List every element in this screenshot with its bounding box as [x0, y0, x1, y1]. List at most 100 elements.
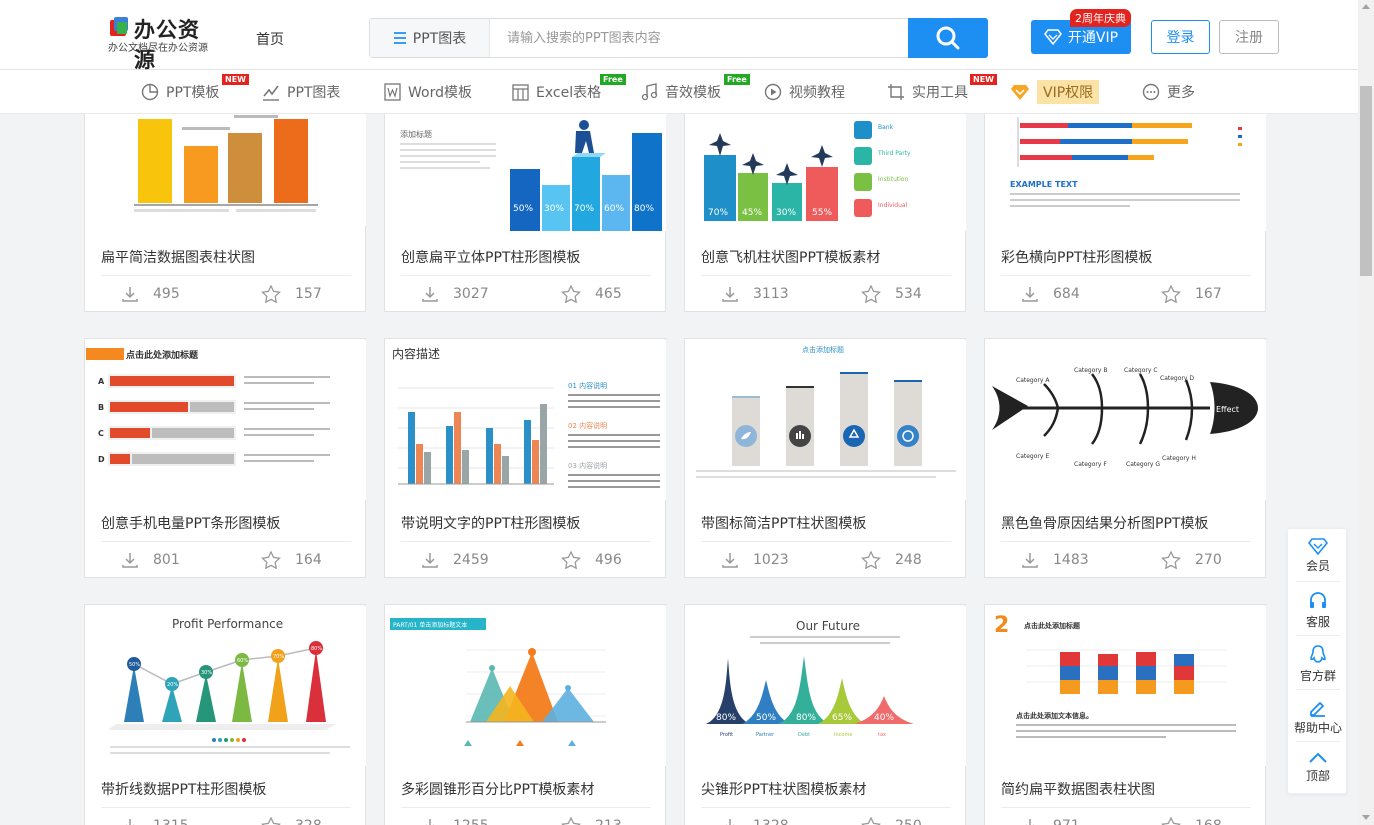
- nav-item-sound[interactable]: 音效模板 Free: [641, 70, 750, 114]
- download-icon: [1022, 553, 1038, 568]
- sidebar-item-help[interactable]: 帮助中心: [1288, 697, 1348, 736]
- card-title[interactable]: 带说明文字的PPT柱形图模板: [401, 513, 580, 533]
- card-title[interactable]: 黑色鱼骨原因结果分析图PPT模板: [1001, 513, 1208, 533]
- page-scrollbar[interactable]: [1358, 0, 1374, 825]
- card-title[interactable]: 扁平简洁数据图表柱状图: [101, 247, 255, 267]
- template-card[interactable]: Profit Performance 50% 20% 30% 60% 70% 8…: [84, 604, 366, 825]
- card-title[interactable]: 彩色横向PPT柱形图模板: [1001, 247, 1152, 267]
- download-icon: [126, 819, 134, 825]
- favorite-count[interactable]: 270: [1161, 551, 1222, 569]
- card-thumbnail[interactable]: 点击添加标题: [686, 340, 966, 500]
- download-icon: [122, 287, 138, 302]
- favorite-value: 213: [595, 818, 622, 825]
- back-to-top-button[interactable]: 顶部: [1288, 751, 1348, 784]
- template-card[interactable]: EXAMPLE TEXT 彩色横向PPT柱形图模板 684 167: [984, 90, 1266, 312]
- thumb-text: tax: [878, 732, 886, 738]
- nav-item-ppt-chart[interactable]: PPT图表: [262, 70, 340, 114]
- card-title[interactable]: 创意手机电量PPT条形图模板: [101, 513, 280, 533]
- template-card[interactable]: PART/01 单击添加标题文本 多彩圆锥形百分比PPT模板素材 1255 21…: [384, 604, 666, 825]
- favorite-count[interactable]: 465: [561, 285, 622, 303]
- favorite-count[interactable]: 496: [561, 551, 622, 569]
- thumb-text: 50%: [756, 713, 776, 723]
- star-icon[interactable]: [261, 551, 281, 569]
- nav-item-excel[interactable]: Excel表格 Free: [512, 70, 626, 114]
- card-thumbnail[interactable]: 点击此处添加标题 A B C D: [86, 340, 366, 500]
- search-category-select[interactable]: PPT图表: [370, 19, 490, 57]
- home-link[interactable]: 首页: [256, 29, 284, 49]
- star-icon[interactable]: [861, 817, 881, 825]
- star-icon[interactable]: [261, 817, 281, 825]
- card-thumbnail[interactable]: Our Future 80% 50% 80% 65% 40% Profit Pa…: [686, 606, 966, 766]
- thumb-text: 03 内容说明: [568, 461, 607, 470]
- favorite-count[interactable]: 213: [561, 817, 622, 825]
- sidebar-item-vip[interactable]: 会员: [1288, 537, 1348, 574]
- template-card[interactable]: 内容描述 01 内容说明 02 内容说明 03 内容说明 带说明文字的PPT柱形…: [384, 338, 666, 578]
- nav-item-tools[interactable]: 实用工具 NEW: [887, 70, 997, 114]
- nav-item-vip-rights[interactable]: VIP权限: [1010, 70, 1100, 114]
- card-title[interactable]: 带图标简洁PPT柱状图模板: [701, 513, 866, 533]
- card-thumbnail[interactable]: Effect Category A Category B Category C …: [986, 340, 1266, 500]
- line-chart-icon: [263, 85, 279, 101]
- site-logo[interactable]: 办公资源 办公文档尽在办公资源: [108, 14, 218, 72]
- card-thumbnail[interactable]: 内容描述 01 内容说明 02 内容说明 03 内容说明: [386, 340, 666, 500]
- card-title[interactable]: 创意飞机柱状图PPT模板素材: [701, 247, 880, 267]
- search-button[interactable]: [908, 18, 988, 58]
- favorite-count[interactable]: 167: [1161, 285, 1222, 303]
- card-divider: [401, 807, 651, 808]
- star-icon[interactable]: [561, 551, 581, 569]
- favorite-count[interactable]: 168: [1161, 817, 1222, 825]
- favorite-count[interactable]: 250: [861, 817, 922, 825]
- card-thumbnail[interactable]: PART/01 单击添加标题文本: [386, 606, 666, 766]
- nav-item-word-template[interactable]: Word模板: [384, 70, 472, 114]
- favorite-count[interactable]: 534: [861, 285, 922, 303]
- card-title[interactable]: 带折线数据PPT柱形图模板: [101, 779, 266, 799]
- nav-item-label: 更多: [1167, 85, 1195, 101]
- vip-diamond-icon: [1308, 538, 1328, 555]
- favorite-count[interactable]: 164: [261, 551, 322, 569]
- template-card[interactable]: Our Future 80% 50% 80% 65% 40% Profit Pa…: [684, 604, 966, 825]
- card-thumbnail[interactable]: Profit Performance 50% 20% 30% 60% 70% 8…: [86, 606, 366, 766]
- star-icon[interactable]: [561, 285, 581, 303]
- star-icon[interactable]: [861, 285, 881, 303]
- card-thumbnail[interactable]: 2 点击此处添加标题 点击此处添加文本信息。: [986, 606, 1266, 766]
- template-card[interactable]: Effect Category A Category B Category C …: [984, 338, 1266, 578]
- template-card[interactable]: 扁平简洁数据图表柱状图 495 157: [84, 90, 366, 312]
- sidebar-item-support[interactable]: 客服: [1288, 591, 1348, 630]
- card-title[interactable]: 多彩圆锥形百分比PPT模板素材: [401, 779, 594, 799]
- star-icon[interactable]: [261, 285, 281, 303]
- thumb-text: 30%: [776, 208, 796, 218]
- login-button[interactable]: 登录: [1151, 20, 1210, 54]
- template-card[interactable]: 点击添加标题 带图标简洁PPT柱状图模板 1023 248: [684, 338, 966, 578]
- template-card[interactable]: 点击此处添加标题 A B C D 创意手机电量PPT条形图模板 801 164: [84, 338, 366, 578]
- thumb-text: 30%: [201, 670, 212, 676]
- star-icon[interactable]: [1161, 551, 1181, 569]
- star-icon[interactable]: [1161, 285, 1181, 303]
- star-icon[interactable]: [861, 551, 881, 569]
- download-value: 1315: [153, 818, 189, 825]
- star-icon[interactable]: [561, 817, 581, 825]
- template-card[interactable]: 2 点击此处添加标题 点击此处添加文本信息。 简约扁平数据图表柱状图 971 1…: [984, 604, 1266, 825]
- template-card[interactable]: 添加标题 50% 30% 70% 60% 80% 创意扁平立体PPT柱形图模板: [384, 90, 666, 312]
- favorite-count[interactable]: 328: [261, 817, 322, 825]
- nav-item-ppt-template[interactable]: PPT模板 NEW: [141, 70, 249, 114]
- favorite-count[interactable]: 157: [261, 285, 322, 303]
- scroll-thumb[interactable]: [1360, 86, 1372, 276]
- nav-item-more[interactable]: 更多: [1142, 70, 1195, 114]
- search-input[interactable]: [491, 19, 908, 57]
- scroll-down-arrow-icon[interactable]: [1362, 815, 1370, 820]
- nav-item-video[interactable]: 视频教程: [764, 70, 845, 114]
- card-title[interactable]: 创意扁平立体PPT柱形图模板: [401, 247, 580, 267]
- favorite-count[interactable]: 248: [861, 551, 922, 569]
- scroll-up-arrow-icon[interactable]: [1362, 4, 1370, 9]
- register-button[interactable]: 注册: [1219, 20, 1279, 54]
- anniversary-badge: 2周年庆典: [1070, 9, 1131, 27]
- download-icon: [722, 553, 738, 568]
- new-badge: NEW: [222, 74, 249, 85]
- star-icon[interactable]: [1161, 817, 1181, 825]
- template-card[interactable]: 70% 45% 30% 55% Bank Third Party Institu…: [684, 90, 966, 312]
- thumb-text: 50%: [129, 662, 140, 668]
- card-title[interactable]: 简约扁平数据图表柱状图: [1001, 779, 1155, 799]
- sidebar-item-group[interactable]: 官方群: [1288, 645, 1348, 684]
- card-title[interactable]: 尖锥形PPT柱状图模板素材: [701, 779, 866, 799]
- nav-item-label: 视频教程: [789, 85, 845, 101]
